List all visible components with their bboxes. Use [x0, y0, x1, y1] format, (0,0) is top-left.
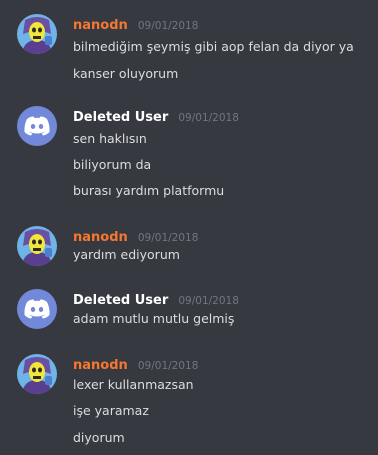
skeletor-avatar-icon — [17, 226, 57, 266]
skeletor-avatar-icon — [17, 14, 57, 54]
message-text: biliyorum da — [73, 157, 152, 172]
message-text: lexer kullanmazsan — [73, 377, 194, 392]
timestamp: 09/01/2018 — [178, 295, 239, 307]
message-header: nanodn 09/01/2018 — [73, 354, 198, 376]
avatar[interactable] — [17, 226, 57, 266]
message-text: işe yaramaz — [73, 403, 149, 418]
author-name[interactable]: nanodn — [73, 18, 128, 33]
avatar[interactable] — [17, 14, 57, 54]
message-text: sen haklısın — [73, 131, 147, 146]
author-name[interactable]: Deleted User — [73, 293, 168, 308]
message-text: burası yardım platformu — [73, 183, 225, 198]
author-name[interactable]: nanodn — [73, 358, 128, 373]
avatar[interactable] — [17, 106, 57, 146]
skeletor-avatar-icon — [17, 354, 57, 394]
timestamp: 09/01/2018 — [178, 112, 239, 124]
timestamp: 09/01/2018 — [137, 360, 199, 372]
avatar[interactable] — [17, 354, 57, 394]
avatar[interactable] — [17, 289, 57, 329]
timestamp: 09/01/2018 — [137, 20, 199, 32]
message-text: diyorum — [73, 430, 125, 445]
timestamp: 09/01/2018 — [137, 232, 199, 244]
message-text: bilmediğim şeymiş gibi aop felan da diyo… — [73, 39, 354, 54]
message-header: Deleted User 09/01/2018 — [73, 289, 239, 311]
message-text: kanser oluyorum — [73, 66, 179, 81]
message-header: nanodn 09/01/2018 — [73, 226, 198, 248]
message-text: yardım ediyorum — [73, 247, 180, 262]
message-header: nanodn 09/01/2018 — [73, 14, 198, 36]
discord-logo-avatar-icon — [24, 116, 50, 136]
author-name[interactable]: Deleted User — [73, 110, 168, 125]
author-name[interactable]: nanodn — [73, 230, 128, 245]
message-text: adam mutlu mutlu gelmiş — [73, 311, 235, 326]
message-header: Deleted User 09/01/2018 — [73, 106, 239, 128]
discord-logo-avatar-icon — [24, 299, 50, 319]
